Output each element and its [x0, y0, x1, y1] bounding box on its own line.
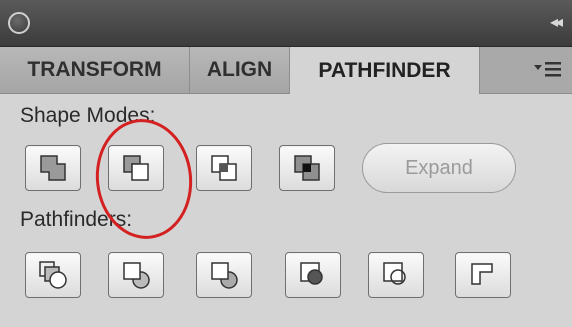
exclude-icon	[294, 155, 320, 181]
divide-icon	[39, 261, 67, 289]
intersect-icon	[211, 155, 237, 181]
tab-pathfinder[interactable]: PATHFINDER	[290, 47, 480, 94]
panel-menu-icon[interactable]	[534, 59, 562, 81]
collapse-panel-icon[interactable]: ◂◂	[550, 12, 563, 32]
minus-back-icon	[471, 263, 493, 285]
pathfinder-panel: ◂◂ TRANSFORM ALIGN PATHFINDER Shape Mode…	[0, 0, 572, 327]
minus-front-icon	[123, 155, 149, 181]
trim-button[interactable]	[108, 252, 164, 298]
exclude-button[interactable]	[279, 145, 335, 191]
merge-icon	[211, 262, 238, 289]
trim-icon	[123, 262, 150, 289]
panel-tab-strip: TRANSFORM ALIGN PATHFINDER	[0, 47, 572, 94]
minus-back-button[interactable]	[455, 252, 511, 298]
unite-button[interactable]	[25, 145, 81, 191]
outline-icon	[383, 262, 406, 285]
tab-align[interactable]: ALIGN	[190, 47, 290, 93]
pathfinders-label: Pathfinders:	[20, 208, 133, 231]
minus-front-button[interactable]	[108, 145, 164, 191]
intersect-button[interactable]	[196, 145, 252, 191]
unite-icon	[40, 155, 66, 181]
merge-button[interactable]	[196, 252, 252, 298]
shape-modes-label: Shape Modes:	[20, 104, 156, 127]
crop-button[interactable]	[285, 252, 341, 298]
crop-icon	[300, 262, 323, 285]
outline-button[interactable]	[368, 252, 424, 298]
divide-button[interactable]	[25, 252, 81, 298]
close-panel-icon[interactable]	[8, 12, 30, 34]
panel-title-bar[interactable]: ◂◂	[0, 0, 572, 47]
expand-button[interactable]: Expand	[362, 143, 516, 193]
tab-transform[interactable]: TRANSFORM	[0, 47, 190, 93]
